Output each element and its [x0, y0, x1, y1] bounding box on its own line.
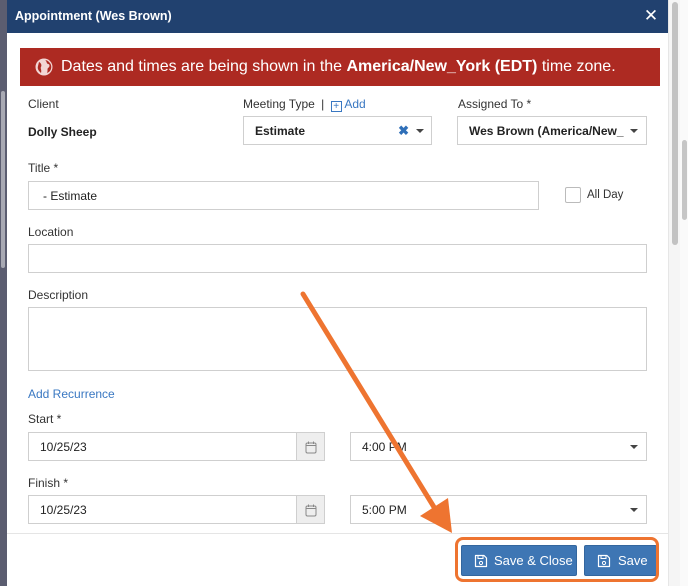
- save-icon: [597, 554, 611, 568]
- finish-date-value: 10/25/23: [40, 502, 87, 517]
- finish-date-input[interactable]: 10/25/23: [28, 495, 325, 524]
- meeting-type-select[interactable]: Estimate ✖: [243, 116, 432, 145]
- appointment-modal: Appointment (Wes Brown) ✕ Dates and time…: [7, 0, 668, 586]
- chevron-down-icon: [416, 128, 424, 133]
- start-date-picker-button[interactable]: [296, 433, 324, 460]
- description-textarea[interactable]: [28, 307, 647, 371]
- finish-time-select[interactable]: 5:00 PM: [350, 495, 647, 524]
- start-time-select[interactable]: 4:00 PM: [350, 432, 647, 461]
- close-icon[interactable]: ✕: [642, 6, 660, 26]
- assigned-to-value: Wes Brown (America/New_: [469, 123, 624, 138]
- start-time-value: 4:00 PM: [362, 439, 407, 454]
- chevron-down-icon: [630, 507, 638, 512]
- start-date-value: 10/25/23: [40, 439, 87, 454]
- calendar-icon: [305, 504, 317, 517]
- page-backdrop: [0, 0, 7, 586]
- timezone-banner: Dates and times are being shown in the A…: [20, 48, 660, 86]
- chevron-down-icon: [630, 128, 638, 133]
- add-recurrence-link[interactable]: Add Recurrence: [28, 387, 115, 401]
- save-and-close-button[interactable]: Save & Close: [461, 545, 577, 576]
- add-label: Add: [344, 97, 366, 111]
- client-value: Dolly Sheep: [28, 125, 97, 139]
- add-meeting-type-link[interactable]: + Add: [330, 97, 366, 112]
- timezone-suffix: time zone.: [537, 58, 616, 75]
- description-label: Description: [28, 288, 89, 302]
- separator: |: [321, 97, 325, 111]
- page-scrollbar-thumb[interactable]: [1, 91, 5, 268]
- finish-time-value: 5:00 PM: [362, 502, 407, 517]
- title-value: - Estimate: [43, 188, 98, 203]
- start-date-input[interactable]: 10/25/23: [28, 432, 325, 461]
- start-label: Start *: [28, 412, 62, 426]
- chevron-down-icon: [630, 444, 638, 449]
- timezone-message: Dates and times are being shown in the A…: [61, 58, 616, 76]
- save-and-close-label: Save & Close: [494, 553, 573, 568]
- save-button[interactable]: Save: [584, 545, 657, 576]
- title-input[interactable]: - Estimate: [28, 181, 539, 210]
- client-label: Client: [28, 97, 59, 111]
- assigned-to-label: Assigned To *: [458, 97, 532, 111]
- all-day-label: All Day: [587, 189, 624, 201]
- location-label: Location: [28, 225, 74, 239]
- save-icon: [474, 554, 488, 568]
- modal-scrollbar-thumb[interactable]: [672, 2, 678, 245]
- modal-scrollbar[interactable]: [668, 0, 680, 586]
- globe-icon: [35, 58, 53, 76]
- meeting-type-label-text: Meeting Type: [243, 97, 315, 111]
- finish-label: Finish *: [28, 476, 69, 490]
- timezone-prefix: Dates and times are being shown in the: [61, 58, 347, 75]
- finish-date-picker-button[interactable]: [296, 496, 324, 523]
- modal-header: Appointment (Wes Brown) ✕: [7, 0, 668, 33]
- meeting-type-value: Estimate: [255, 123, 306, 138]
- clear-icon[interactable]: ✖: [398, 123, 409, 139]
- modal-title: Appointment (Wes Brown): [15, 9, 172, 23]
- page-scrollbar-thumb-right[interactable]: [682, 140, 687, 220]
- meeting-type-label: Meeting Type | + Add: [243, 97, 366, 112]
- title-label: Title *: [28, 161, 59, 175]
- plus-square-icon: +: [330, 101, 342, 112]
- save-label: Save: [618, 553, 648, 568]
- location-input[interactable]: [28, 244, 647, 273]
- page-scrollbar[interactable]: [680, 0, 688, 586]
- assigned-to-select[interactable]: Wes Brown (America/New_: [457, 116, 647, 145]
- timezone-name: America/New_York (EDT): [346, 58, 538, 75]
- calendar-icon: [305, 441, 317, 454]
- footer-divider: [7, 533, 668, 534]
- all-day-checkbox[interactable]: [565, 187, 581, 203]
